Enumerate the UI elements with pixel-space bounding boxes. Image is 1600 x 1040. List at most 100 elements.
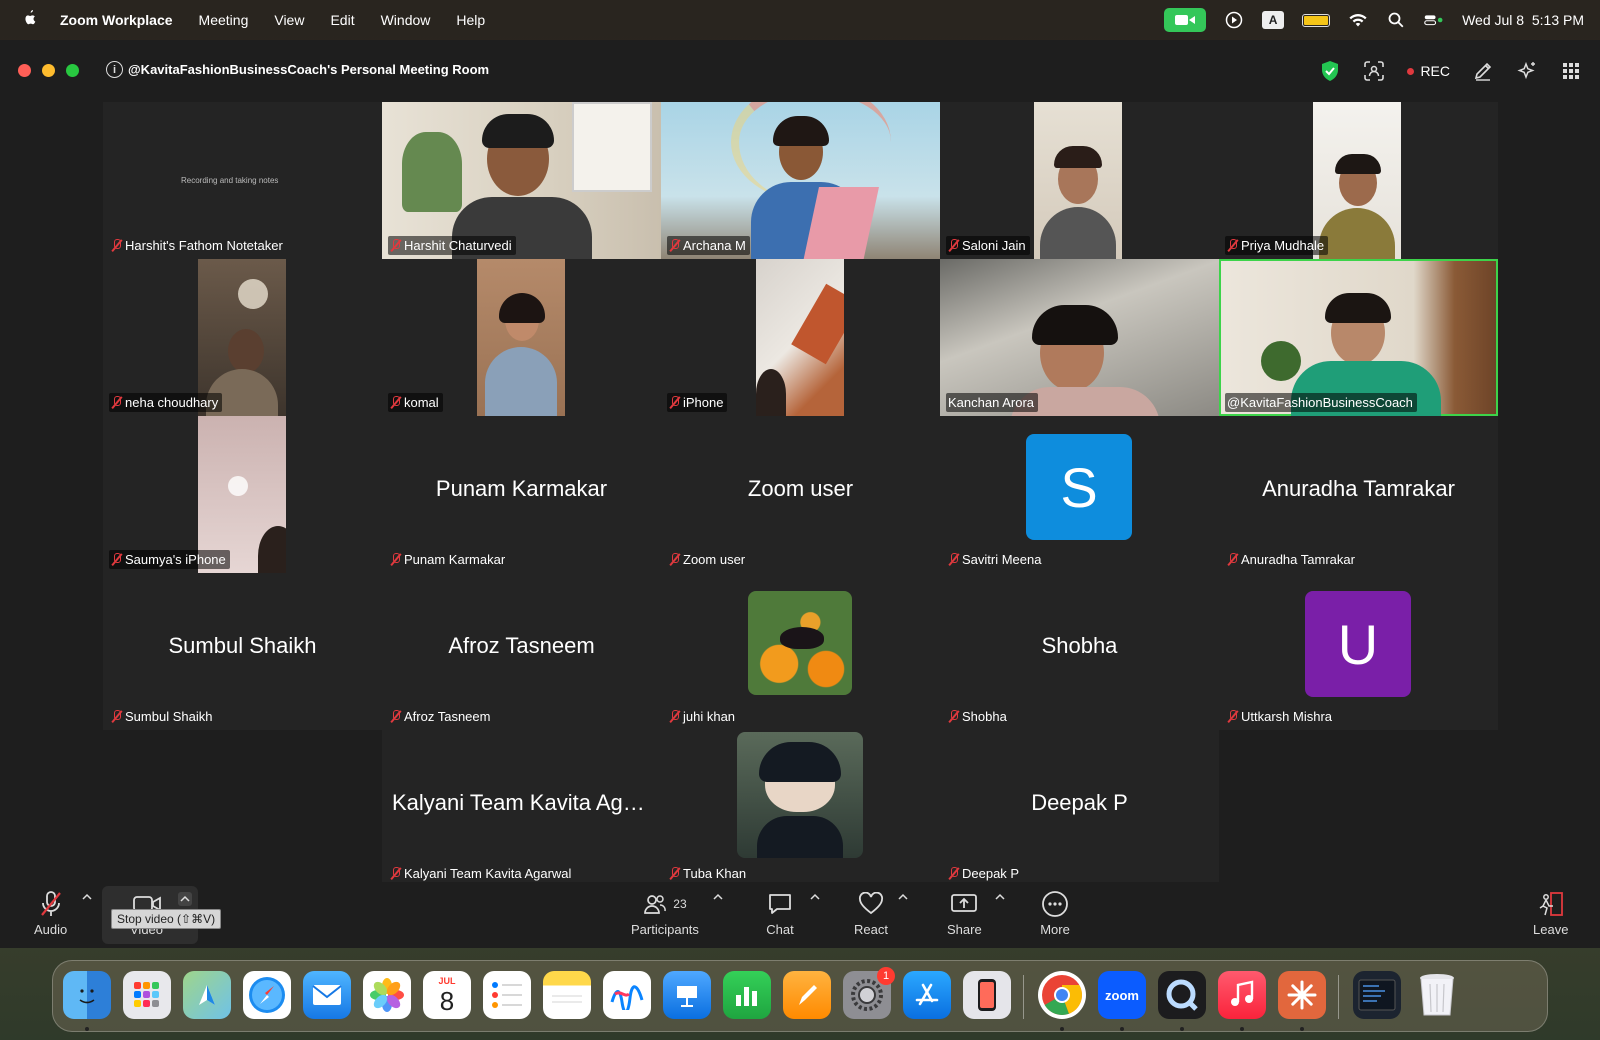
participant-tile[interactable]: Shobha Shobha [940,573,1219,730]
iphone-mirroring-icon[interactable] [963,971,1011,1019]
wifi-icon[interactable] [1348,11,1368,29]
share-button[interactable]: Share [947,890,982,937]
react-button[interactable]: React [854,890,888,937]
participant-name: Archana M [683,238,746,253]
chat-label: Chat [766,922,794,937]
freeform-icon[interactable] [603,971,651,1019]
trash-icon[interactable] [1413,971,1461,1019]
participants-button[interactable]: 23 Participants [631,890,699,937]
play-circle-icon[interactable] [1224,11,1244,29]
menu-view[interactable]: View [274,12,304,28]
participant-name: Kalyani Team Kavita Agarwal [404,866,572,881]
participant-tile[interactable]: Recording and taking notes Harshit's Fat… [103,102,382,259]
annotate-pencil-icon[interactable] [1472,60,1494,82]
participant-tile[interactable]: Anuradha Tamrakar Anuradha Tamrakar [1219,416,1498,573]
recording-indicator[interactable]: REC [1407,63,1450,79]
participant-tile[interactable]: Deepak P Deepak P [940,730,1219,887]
view-layout-icon[interactable] [1363,60,1385,82]
participant-tile[interactable]: Harshit Chaturvedi [382,102,661,259]
screenshot-icon[interactable] [1353,971,1401,1019]
participant-tile[interactable]: neha choudhary [103,259,382,416]
participant-tile[interactable]: Priya Mudhale [1219,102,1498,259]
keynote-icon[interactable] [663,971,711,1019]
menu-meeting[interactable]: Meeting [199,12,249,28]
battery-icon[interactable] [1302,13,1331,27]
window-minimize-button[interactable] [42,64,55,77]
quicktime-icon[interactable] [1158,971,1206,1019]
spotlight-search-icon[interactable] [1386,11,1406,29]
encryption-shield-icon[interactable] [1319,60,1341,82]
participant-tile[interactable]: Afroz Tasneem Afroz Tasneem [382,573,661,730]
apple-menu-icon[interactable] [20,9,40,32]
menu-edit[interactable]: Edit [330,12,354,28]
participant-tile[interactable]: S Savitri Meena [940,416,1219,573]
video-options-caret-icon[interactable] [178,892,192,906]
leave-button[interactable]: Leave [1533,890,1568,937]
chat-options-caret-icon[interactable] [810,892,820,902]
mic-muted-icon [948,553,959,566]
pages-icon[interactable] [783,971,831,1019]
participant-display-name: Shobha [1041,633,1118,658]
claude-icon[interactable] [1278,971,1326,1019]
music-icon[interactable] [1218,971,1266,1019]
calendar-icon[interactable]: JUL 8 [423,971,471,1019]
video-feed [477,259,565,416]
more-button[interactable]: More [1040,890,1070,937]
participant-tile[interactable]: Sumbul Shaikh Sumbul Shaikh [103,573,382,730]
participant-tile-active-speaker[interactable]: @KavitaFashionBusinessCoach [1219,259,1498,416]
meeting-info-icon[interactable]: i [106,61,123,78]
menu-app-name[interactable]: Zoom Workplace [60,12,173,28]
app-store-icon[interactable] [903,971,951,1019]
maps-icon[interactable] [183,971,231,1019]
menu-bar-clock[interactable]: Wed Jul 8 5:13 PM [1462,12,1584,28]
window-close-button[interactable] [18,64,31,77]
control-center-icon[interactable] [1424,11,1444,29]
participant-name-tag: Anuradha Tamrakar [1225,550,1359,569]
menu-help[interactable]: Help [456,12,485,28]
macos-menu-bar: Zoom Workplace Meeting View Edit Window … [0,0,1600,40]
share-label: Share [947,922,982,937]
share-options-caret-icon[interactable] [995,892,1005,902]
participant-tile[interactable]: Tuba Khan [661,730,940,887]
participant-tile[interactable]: komal [382,259,661,416]
window-fullscreen-button[interactable] [66,64,79,77]
recording-dot-icon [1407,67,1415,75]
zoom-video-status-icon[interactable] [1164,8,1207,32]
participant-tile[interactable]: Archana M [661,102,940,259]
participant-tile[interactable]: Punam Karmakar Punam Karmakar [382,416,661,573]
participant-tile[interactable]: Kalyani Team Kavita Aga... Kalyani Team … [382,730,661,887]
dock-running-indicator [1120,1027,1124,1031]
participant-tile[interactable]: iPhone [661,259,940,416]
participants-options-caret-icon[interactable] [713,892,723,902]
participant-tile[interactable]: Zoom user Zoom user [661,416,940,573]
notes-icon[interactable] [543,971,591,1019]
participant-name-tag: Uttkarsh Mishra [1225,707,1336,726]
participant-name: Anuradha Tamrakar [1241,552,1355,567]
audio-options-caret-icon[interactable] [82,892,92,902]
participants-count: 23 [673,897,687,911]
reminders-icon[interactable] [483,971,531,1019]
participant-tile[interactable]: Kanchan Arora [940,259,1219,416]
audio-button[interactable]: Audio [34,890,67,937]
safari-icon[interactable] [243,971,291,1019]
numbers-icon[interactable] [723,971,771,1019]
participant-tile[interactable]: Saumya's iPhone [103,416,382,573]
react-options-caret-icon[interactable] [898,892,908,902]
participant-name: komal [404,395,439,410]
chat-button[interactable]: Chat [765,890,795,937]
photos-icon[interactable] [363,971,411,1019]
zoom-icon[interactable]: zoom [1098,971,1146,1019]
participant-tile[interactable]: Saloni Jain [940,102,1219,259]
input-source-icon[interactable]: A [1262,11,1285,29]
participant-tile[interactable]: juhi khan [661,573,940,730]
ai-companion-sparkle-icon[interactable] [1516,60,1538,82]
chrome-icon[interactable] [1038,971,1086,1019]
system-settings-icon[interactable]: 1 [843,967,895,1019]
menu-window[interactable]: Window [381,12,431,28]
participant-tile[interactable]: U Uttkarsh Mishra [1219,573,1498,730]
mail-icon[interactable] [303,971,351,1019]
launchpad-icon[interactable] [123,971,171,1019]
apps-grid-icon[interactable] [1560,60,1582,82]
participants-label: Participants [631,922,699,937]
finder-icon[interactable] [63,971,111,1019]
